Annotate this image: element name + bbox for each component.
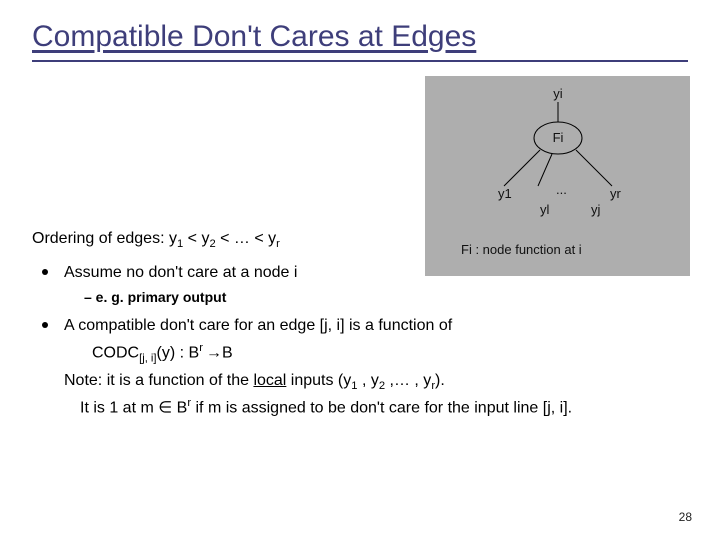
fig-fi: Fi xyxy=(552,130,563,145)
bullet-compat: A compatible don't care for an edge [j, … xyxy=(32,314,688,338)
figure-caption: Fi : node function at i xyxy=(461,242,680,257)
bullet-icon xyxy=(42,322,48,328)
fig-yr: yr xyxy=(610,186,622,201)
node-diagram: yi Fi y1 ... yr yl yj xyxy=(468,86,648,218)
underlined-local: local xyxy=(253,372,286,389)
page-number: 28 xyxy=(679,510,692,524)
slide-title: Compatible Don't Cares at Edges xyxy=(32,20,688,62)
fig-cap-fi: Fi xyxy=(461,242,472,257)
bullet-icon xyxy=(42,269,48,275)
fig-yl: yl xyxy=(540,202,550,217)
fig-yj: yj xyxy=(591,202,601,217)
it-line: It is 1 at m ∈ Br if m is assigned to be… xyxy=(80,395,688,420)
codc-line: CODC[j, i](y) : Br →B xyxy=(92,340,688,367)
sub-bullet-eg: – e. g. primary output xyxy=(84,287,688,308)
fig-cap-text: : node function at i xyxy=(472,242,582,257)
note-line: Note: it is a function of the local inpu… xyxy=(64,369,688,395)
fig-y1: y1 xyxy=(498,186,512,201)
fig-dots: ... xyxy=(556,182,567,197)
figure-box: yi Fi y1 ... yr yl yj Fi : node function… xyxy=(425,76,690,276)
fig-yi: yi xyxy=(553,86,563,101)
